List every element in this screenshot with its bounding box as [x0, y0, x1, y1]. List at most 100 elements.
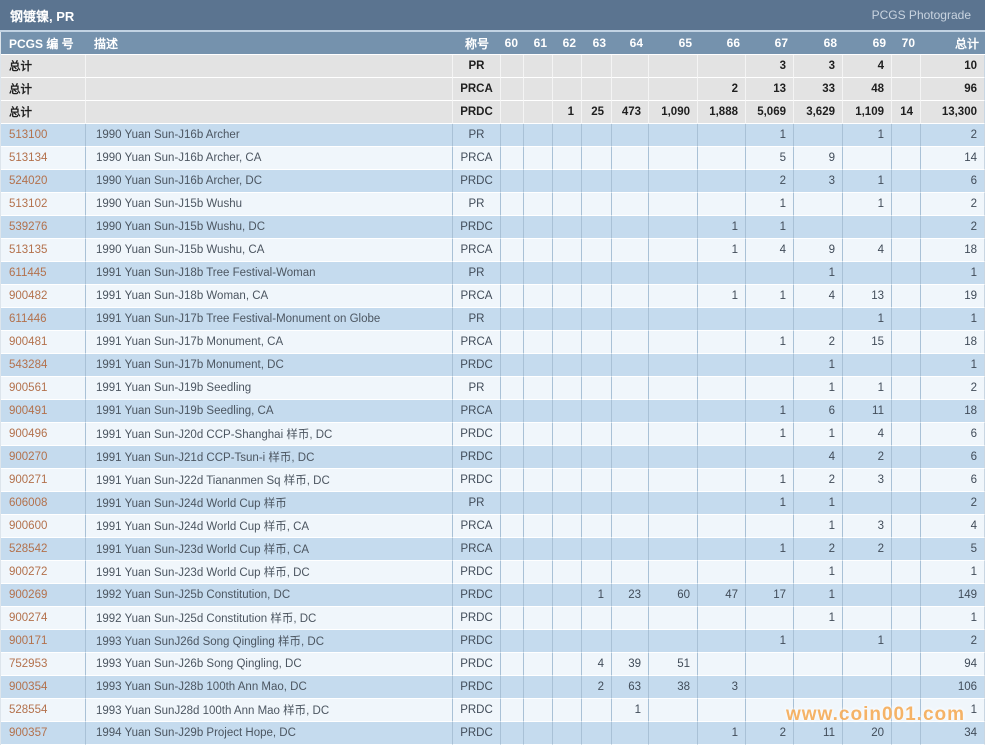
grade-count-cell-63	[582, 55, 612, 78]
pcgs-number-cell[interactable]: 606008	[1, 492, 86, 515]
grade-count-cell-66	[698, 607, 746, 630]
summary-row: 总计 PRDC 1 25 473 1,090 1,888 5,069 3,629…	[1, 101, 985, 124]
grade-count-cell-62	[553, 193, 582, 216]
grade-count-cell-68: 33	[794, 78, 843, 101]
grade-count-cell-62	[553, 285, 582, 308]
grade-count-cell-66: 2	[698, 78, 746, 101]
grade-count-cell-63	[582, 354, 612, 377]
designation-cell: PRCA	[453, 147, 501, 170]
grade-count-cell-70	[892, 722, 921, 745]
pcgs-number-cell[interactable]: 900354	[1, 676, 86, 699]
grade-count-cell-69	[843, 354, 892, 377]
total-cell: 5	[921, 538, 985, 561]
grade-count-cell-62	[553, 308, 582, 331]
pcgs-number-cell[interactable]: 900481	[1, 331, 86, 354]
grade-count-cell-69	[843, 584, 892, 607]
grade-count-cell-70	[892, 285, 921, 308]
grade-count-cell-68: 1	[794, 515, 843, 538]
table-row: 900491 1991 Yuan Sun-J19b Seedling, CA P…	[1, 400, 985, 423]
pcgs-number-cell[interactable]: 900171	[1, 630, 86, 653]
pcgs-number-cell[interactable]: 611445	[1, 262, 86, 285]
pcgs-number-cell[interactable]: 539276	[1, 216, 86, 239]
pcgs-number-cell[interactable]: 900272	[1, 561, 86, 584]
grade-count-cell-69: 1	[843, 193, 892, 216]
pcgs-number-cell[interactable]: 513102	[1, 193, 86, 216]
pcgs-number-cell[interactable]: 543284	[1, 354, 86, 377]
grade-count-cell-67: 1	[746, 469, 794, 492]
grade-count-cell-69: 20	[843, 722, 892, 745]
grade-count-cell-68: 1	[794, 561, 843, 584]
table-row: 513100 1990 Yuan Sun-J16b Archer PR 1 1 …	[1, 124, 985, 147]
grade-count-cell-70	[892, 331, 921, 354]
designation-cell: PRDC	[453, 699, 501, 722]
pcgs-number-cell[interactable]: 524020	[1, 170, 86, 193]
pcgs-number-cell[interactable]: 900270	[1, 446, 86, 469]
pcgs-number-cell[interactable]: 611446	[1, 308, 86, 331]
grade-count-cell-61	[524, 400, 553, 423]
grade-count-cell-69	[843, 216, 892, 239]
designation-cell: PRDC	[453, 170, 501, 193]
grade-count-cell-68: 6	[794, 400, 843, 423]
pcgs-number-cell[interactable]: 900357	[1, 722, 86, 745]
col-header-pcgs-no: PCGS 编 号	[1, 32, 86, 55]
grade-count-cell-67: 1	[746, 423, 794, 446]
grade-count-cell-63	[582, 515, 612, 538]
grade-count-cell-66	[698, 515, 746, 538]
grade-count-cell-66	[698, 423, 746, 446]
grade-count-cell-63	[582, 262, 612, 285]
grade-count-cell-68: 9	[794, 239, 843, 262]
table-row: 900354 1993 Yuan Sun-J28b 100th Ann Mao,…	[1, 676, 985, 699]
pcgs-number-cell[interactable]: 752953	[1, 653, 86, 676]
pcgs-number-cell[interactable]: 900271	[1, 469, 86, 492]
grade-count-cell-70	[892, 377, 921, 400]
grade-count-cell-67: 1	[746, 331, 794, 354]
grade-count-cell-63	[582, 400, 612, 423]
grade-count-cell-69	[843, 699, 892, 722]
grade-count-cell-64	[612, 377, 649, 400]
grade-count-cell-68: 1	[794, 607, 843, 630]
grade-count-cell-70	[892, 78, 921, 101]
pcgs-number-cell[interactable]: 900600	[1, 515, 86, 538]
pcgs-number-cell[interactable]: 513135	[1, 239, 86, 262]
grade-count-cell-63	[582, 469, 612, 492]
pcgs-number-cell[interactable]: 900561	[1, 377, 86, 400]
pcgs-number-cell[interactable]: 900269	[1, 584, 86, 607]
grade-column-header-64: 64	[612, 32, 649, 55]
grade-count-cell-61	[524, 193, 553, 216]
grade-count-cell-60	[501, 400, 524, 423]
pcgs-number-cell[interactable]: 900482	[1, 285, 86, 308]
designation-cell: PRCA	[453, 400, 501, 423]
grade-count-cell-62	[553, 446, 582, 469]
photograde-label: PCGS Photograde	[872, 8, 971, 22]
grade-count-cell-67: 13	[746, 78, 794, 101]
table-row: 900496 1991 Yuan Sun-J20d CCP-Shanghai 样…	[1, 423, 985, 446]
grade-count-cell-62	[553, 561, 582, 584]
grade-count-cell-62	[553, 515, 582, 538]
grade-count-cell-61	[524, 515, 553, 538]
grade-count-cell-65	[649, 377, 698, 400]
pcgs-number-cell[interactable]: 528554	[1, 699, 86, 722]
pcgs-number-cell[interactable]: 900496	[1, 423, 86, 446]
grade-count-cell-70	[892, 676, 921, 699]
grade-count-cell-69	[843, 561, 892, 584]
grade-count-cell-70	[892, 400, 921, 423]
grade-count-cell-69	[843, 607, 892, 630]
grade-count-cell-60	[501, 308, 524, 331]
pcgs-number-cell[interactable]: 900274	[1, 607, 86, 630]
grade-count-cell-66	[698, 55, 746, 78]
pcgs-number-cell[interactable]: 513134	[1, 147, 86, 170]
grade-count-cell-63	[582, 285, 612, 308]
grade-count-cell-69: 1	[843, 630, 892, 653]
summary-row: 总计 PR 3 3 4 10	[1, 55, 985, 78]
pcgs-number-cell[interactable]: 528542	[1, 538, 86, 561]
grade-count-cell-60	[501, 584, 524, 607]
grade-count-cell-65	[649, 239, 698, 262]
grade-count-cell-70	[892, 216, 921, 239]
grade-count-cell-70	[892, 262, 921, 285]
grade-count-cell-60	[501, 676, 524, 699]
grade-count-cell-65	[649, 262, 698, 285]
pcgs-number-cell[interactable]: 513100	[1, 124, 86, 147]
pcgs-number-cell[interactable]: 900491	[1, 400, 86, 423]
grade-count-cell-62	[553, 55, 582, 78]
grade-count-cell-61	[524, 170, 553, 193]
